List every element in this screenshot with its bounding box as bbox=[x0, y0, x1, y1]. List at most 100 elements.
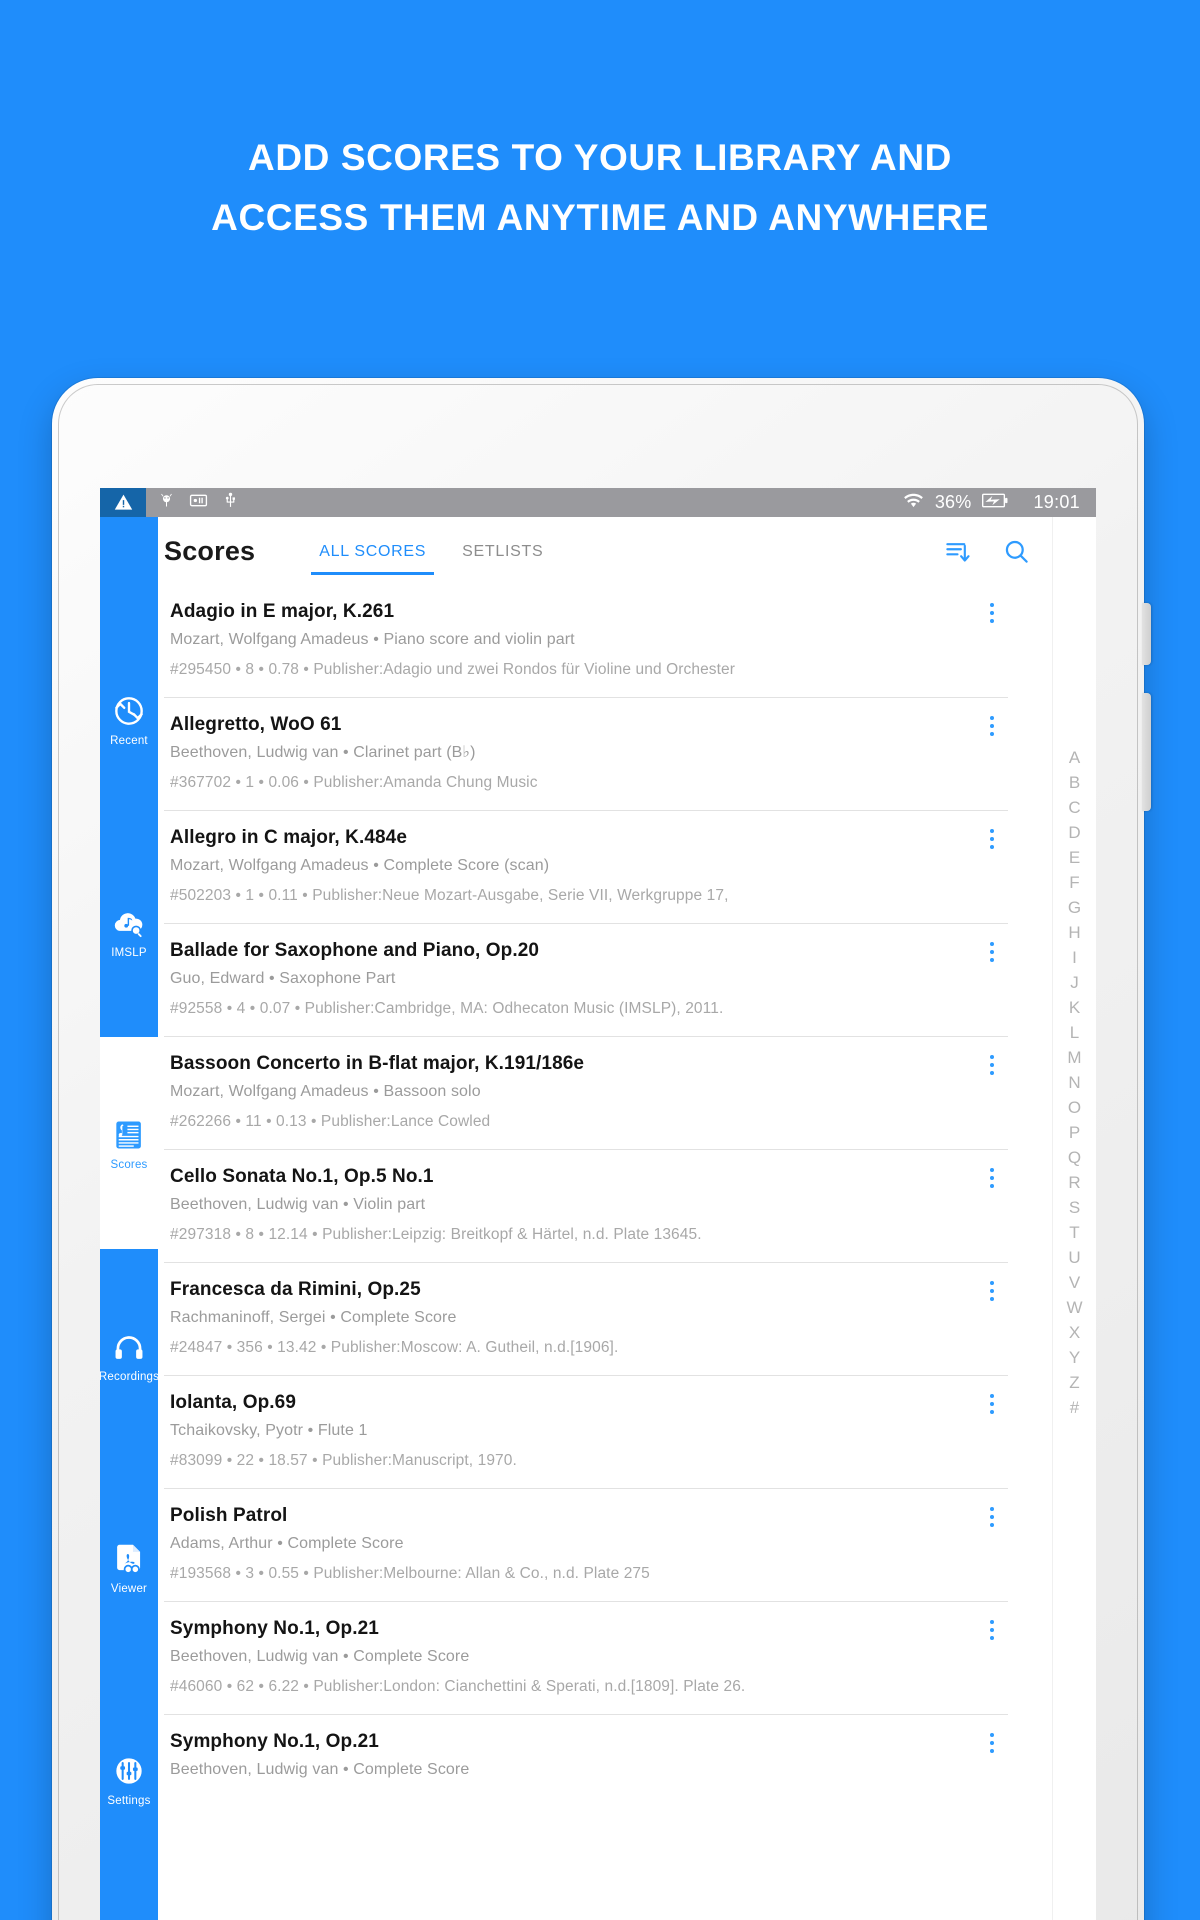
tab-all-scores[interactable]: ALL SCORES bbox=[311, 533, 435, 575]
status-bar-right-icons: 36% 19:01 bbox=[903, 490, 1096, 516]
score-metadata: #502203 • 1 • 0.11 • Publisher:Neue Moza… bbox=[170, 887, 729, 904]
kebab-menu-icon[interactable] bbox=[982, 1731, 1002, 1755]
score-composer-part: Mozart, Wolfgang Amadeus • Bassoon solo bbox=[170, 1083, 481, 1100]
alphabet-index-letter[interactable]: R bbox=[1068, 1170, 1080, 1195]
score-title: Symphony No.1, Op.21 bbox=[170, 1618, 379, 1639]
kebab-menu-icon[interactable] bbox=[982, 601, 1002, 625]
scores-list: Adagio in E major, K.261 Mozart, Wolfgang… bbox=[158, 585, 1052, 1797]
alphabet-index-letter[interactable]: N bbox=[1068, 1070, 1080, 1095]
app-body: Recent IMSLP Scores Recordings Viewer Se… bbox=[100, 517, 1096, 1920]
alphabet-index-letter[interactable]: M bbox=[1067, 1045, 1081, 1070]
score-title: Cello Sonata No.1, Op.5 No.1 bbox=[170, 1166, 434, 1187]
battery-percent-label: 36% bbox=[934, 492, 972, 512]
score-composer-part: Guo, Edward • Saxophone Part bbox=[170, 970, 396, 987]
score-list-item[interactable]: Ballade for Saxophone and Piano, Op.20 Gu… bbox=[164, 924, 1008, 1037]
score-list-item[interactable]: Allegro in C major, K.484e Mozart, Wolfga… bbox=[164, 811, 1008, 924]
alphabet-index-letter[interactable]: U bbox=[1068, 1245, 1080, 1270]
alphabet-index-letter[interactable]: F bbox=[1069, 870, 1079, 895]
alphabet-index[interactable]: A B C D E F G H I J K L M N O P Q R S T U V W X Y Z # bbox=[1052, 517, 1096, 1920]
alphabet-index-letter[interactable]: A bbox=[1069, 745, 1080, 770]
alphabet-index-letter[interactable]: B bbox=[1069, 770, 1080, 795]
sidebar-item-viewer[interactable]: Viewer bbox=[100, 1461, 158, 1673]
sidebar-item-scores[interactable]: Scores bbox=[100, 1037, 158, 1249]
alphabet-index-letter[interactable]: C bbox=[1068, 795, 1080, 820]
kebab-menu-icon[interactable] bbox=[982, 1279, 1002, 1303]
alphabet-index-letter[interactable]: O bbox=[1068, 1095, 1081, 1120]
usb-icon bbox=[222, 492, 239, 514]
score-list-item[interactable]: Symphony No.1, Op.21 Beethoven, Ludwig va… bbox=[164, 1602, 1008, 1715]
kebab-menu-icon[interactable] bbox=[982, 1392, 1002, 1416]
score-title: Francesca da Rimini, Op.25 bbox=[170, 1279, 421, 1300]
sidebar-item-imslp[interactable]: IMSLP bbox=[100, 825, 158, 1037]
kebab-menu-icon[interactable] bbox=[982, 1618, 1002, 1642]
kebab-menu-icon[interactable] bbox=[982, 940, 1002, 964]
score-list-item[interactable]: Bassoon Concerto in B-flat major, K.191/… bbox=[164, 1037, 1008, 1150]
sidebar-item-label: Recent bbox=[110, 734, 148, 747]
score-list-item[interactable]: Iolanta, Op.69 Tchaikovsky, Pyotr • Flute… bbox=[164, 1376, 1008, 1489]
kebab-menu-icon[interactable] bbox=[982, 827, 1002, 851]
sidebar-item-settings[interactable]: Settings bbox=[100, 1673, 158, 1885]
sidebar-item-recent[interactable]: Recent bbox=[100, 613, 158, 825]
score-title: Allegro in C major, K.484e bbox=[170, 827, 408, 848]
score-composer-part: Adams, Arthur • Complete Score bbox=[170, 1535, 404, 1552]
alphabet-index-letter[interactable]: Y bbox=[1069, 1345, 1080, 1370]
search-icon[interactable] bbox=[1003, 538, 1030, 565]
page-title: Scores bbox=[164, 535, 256, 566]
android-status-bar: 36% 19:01 bbox=[100, 488, 1096, 517]
alphabet-index-letter[interactable]: J bbox=[1070, 970, 1079, 995]
alphabet-index-letter[interactable]: W bbox=[1066, 1295, 1082, 1320]
alphabet-index-letter[interactable]: H bbox=[1068, 920, 1080, 945]
score-title: Polish Patrol bbox=[170, 1505, 288, 1526]
tab-bar: ALL SCORES SETLISTS bbox=[311, 533, 543, 575]
sidebar-item-recordings[interactable]: Recordings bbox=[100, 1249, 159, 1461]
status-bar-left-icons bbox=[146, 491, 239, 515]
score-composer-part: Beethoven, Ludwig van • Clarinet part (B… bbox=[170, 744, 476, 761]
alphabet-index-letter[interactable]: E bbox=[1069, 845, 1080, 870]
score-list-item[interactable]: Symphony No.1, Op.21 Beethoven, Ludwig va… bbox=[164, 1715, 1008, 1797]
alphabet-index-letter[interactable]: # bbox=[1070, 1395, 1079, 1420]
alphabet-index-letter[interactable]: D bbox=[1068, 820, 1080, 845]
cloud-music-search-icon bbox=[110, 904, 148, 942]
score-composer-part: Mozart, Wolfgang Amadeus • Complete Scor… bbox=[170, 857, 550, 874]
alphabet-index-letter[interactable]: L bbox=[1070, 1020, 1079, 1045]
score-composer-part: Tchaikovsky, Pyotr • Flute 1 bbox=[170, 1422, 368, 1439]
kebab-menu-icon[interactable] bbox=[982, 1166, 1002, 1190]
alphabet-index-letter[interactable]: T bbox=[1069, 1220, 1079, 1245]
app-bar: Scores ALL SCORES SETLISTS bbox=[158, 517, 1052, 585]
device-volume-button[interactable] bbox=[1142, 603, 1151, 665]
pdf-document-icon bbox=[110, 1540, 148, 1578]
alphabet-index-letter[interactable]: I bbox=[1072, 945, 1077, 970]
tab-setlists[interactable]: SETLISTS bbox=[462, 533, 543, 569]
headphones-icon bbox=[110, 1328, 148, 1366]
alphabet-index-letter[interactable]: Q bbox=[1068, 1145, 1081, 1170]
alphabet-index-letter[interactable]: V bbox=[1069, 1270, 1080, 1295]
alphabet-index-letter[interactable]: S bbox=[1069, 1195, 1080, 1220]
score-list-item[interactable]: Francesca da Rimini, Op.25 Rachmaninoff, … bbox=[164, 1263, 1008, 1376]
score-title: Adagio in E major, K.261 bbox=[170, 601, 395, 622]
alphabet-index-letter[interactable]: P bbox=[1069, 1120, 1080, 1145]
screen-cast-icon bbox=[189, 491, 208, 515]
alphabet-index-letter[interactable]: G bbox=[1068, 895, 1081, 920]
score-metadata: #92558 • 4 • 0.07 • Publisher:Cambridge,… bbox=[170, 1000, 724, 1017]
sort-descending-icon[interactable] bbox=[944, 538, 971, 565]
alphabet-index-letter[interactable]: K bbox=[1069, 995, 1080, 1020]
battery-charging-icon bbox=[982, 493, 1008, 513]
score-list-item[interactable]: Allegretto, WoO 61 Beethoven, Ludwig van … bbox=[164, 698, 1008, 811]
clock-history-icon bbox=[110, 692, 148, 730]
device-power-button[interactable] bbox=[1142, 693, 1151, 811]
score-list-item[interactable]: Polish Patrol Adams, Arthur • Complete Sc… bbox=[164, 1489, 1008, 1602]
kebab-menu-icon[interactable] bbox=[982, 1053, 1002, 1077]
warning-triangle-icon bbox=[100, 488, 146, 517]
music-book-icon bbox=[110, 1116, 148, 1154]
alphabet-index-letter[interactable]: Z bbox=[1069, 1370, 1079, 1395]
kebab-menu-icon[interactable] bbox=[982, 714, 1002, 738]
sidebar-item-label: Scores bbox=[110, 1158, 148, 1171]
promo-headline-line-1: ADD SCORES TO YOUR LIBRARY AND bbox=[248, 137, 952, 178]
score-list-item[interactable]: Cello Sonata No.1, Op.5 No.1 Beethoven, L… bbox=[164, 1150, 1008, 1263]
score-title: Bassoon Concerto in B-flat major, K.191/… bbox=[170, 1053, 585, 1074]
device-screen: 36% 19:01 Recent IMSLP Scores Recordings… bbox=[100, 488, 1096, 1920]
score-metadata: #46060 • 62 • 6.22 • Publisher:London: C… bbox=[170, 1678, 746, 1695]
alphabet-index-letter[interactable]: X bbox=[1069, 1320, 1080, 1345]
score-list-item[interactable]: Adagio in E major, K.261 Mozart, Wolfgang… bbox=[164, 585, 1008, 698]
kebab-menu-icon[interactable] bbox=[982, 1505, 1002, 1529]
